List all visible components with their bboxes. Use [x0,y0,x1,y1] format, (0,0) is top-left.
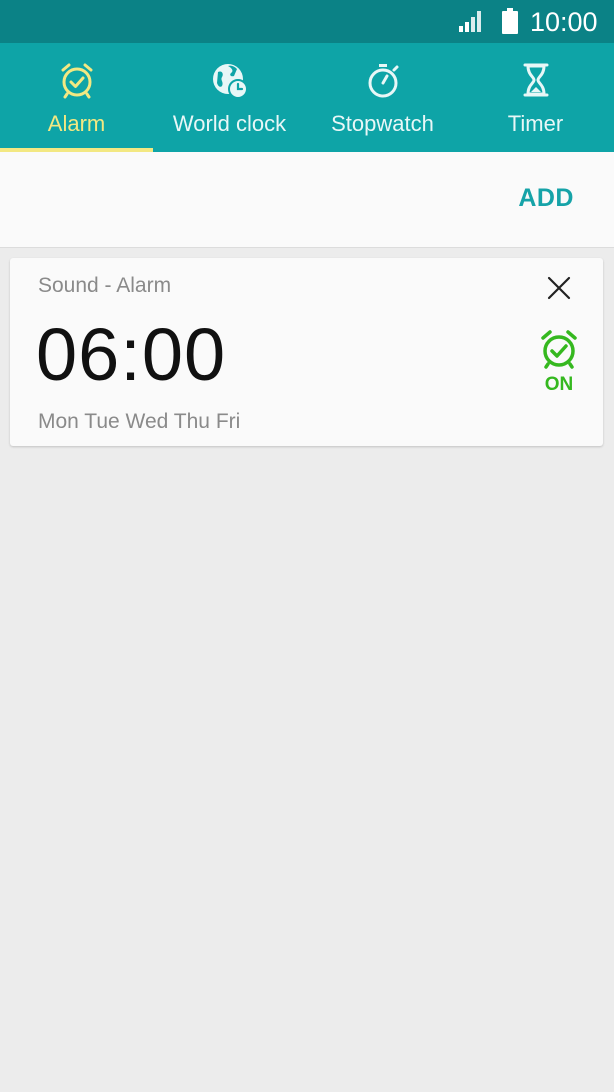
tab-label: Timer [507,111,564,136]
add-alarm-button[interactable]: ADD [518,184,574,213]
close-icon[interactable] [545,274,573,302]
hourglass-icon [523,63,548,97]
alarm-repeat-days: Mon Tue Wed Thu Fri [38,410,241,433]
alarm-on-icon [541,330,577,369]
tab-label: World clock [172,111,287,136]
alarm-name: Sound - Alarm [38,274,172,297]
tab-label: Alarm [47,111,106,136]
alarm-toggle-label: ON [544,374,574,395]
tab-world-clock[interactable]: World clock [153,43,306,152]
alarm-card[interactable]: Sound - Alarm 06:00 Mon Tue Wed Thu Fri … [10,258,603,446]
alarm-toggle[interactable]: ON [535,328,583,400]
signal-icon [459,11,481,32]
alarm-time: 06:00 [36,313,227,396]
status-bar: 10:00 [0,0,614,43]
tab-stopwatch[interactable]: Stopwatch [306,43,459,152]
tab-timer[interactable]: Timer [459,43,612,152]
tab-alarm[interactable]: Alarm [0,43,153,152]
stopwatch-icon [368,64,398,98]
status-time: 10:00 [530,7,598,37]
tab-label: Stopwatch [331,111,434,136]
world-clock-icon [212,64,248,99]
alarm-clock-icon [61,63,92,99]
battery-icon [502,8,518,34]
tab-bar: Alarm World clock Stopwatch Timer [0,43,614,152]
action-bar: ADD [0,152,614,248]
